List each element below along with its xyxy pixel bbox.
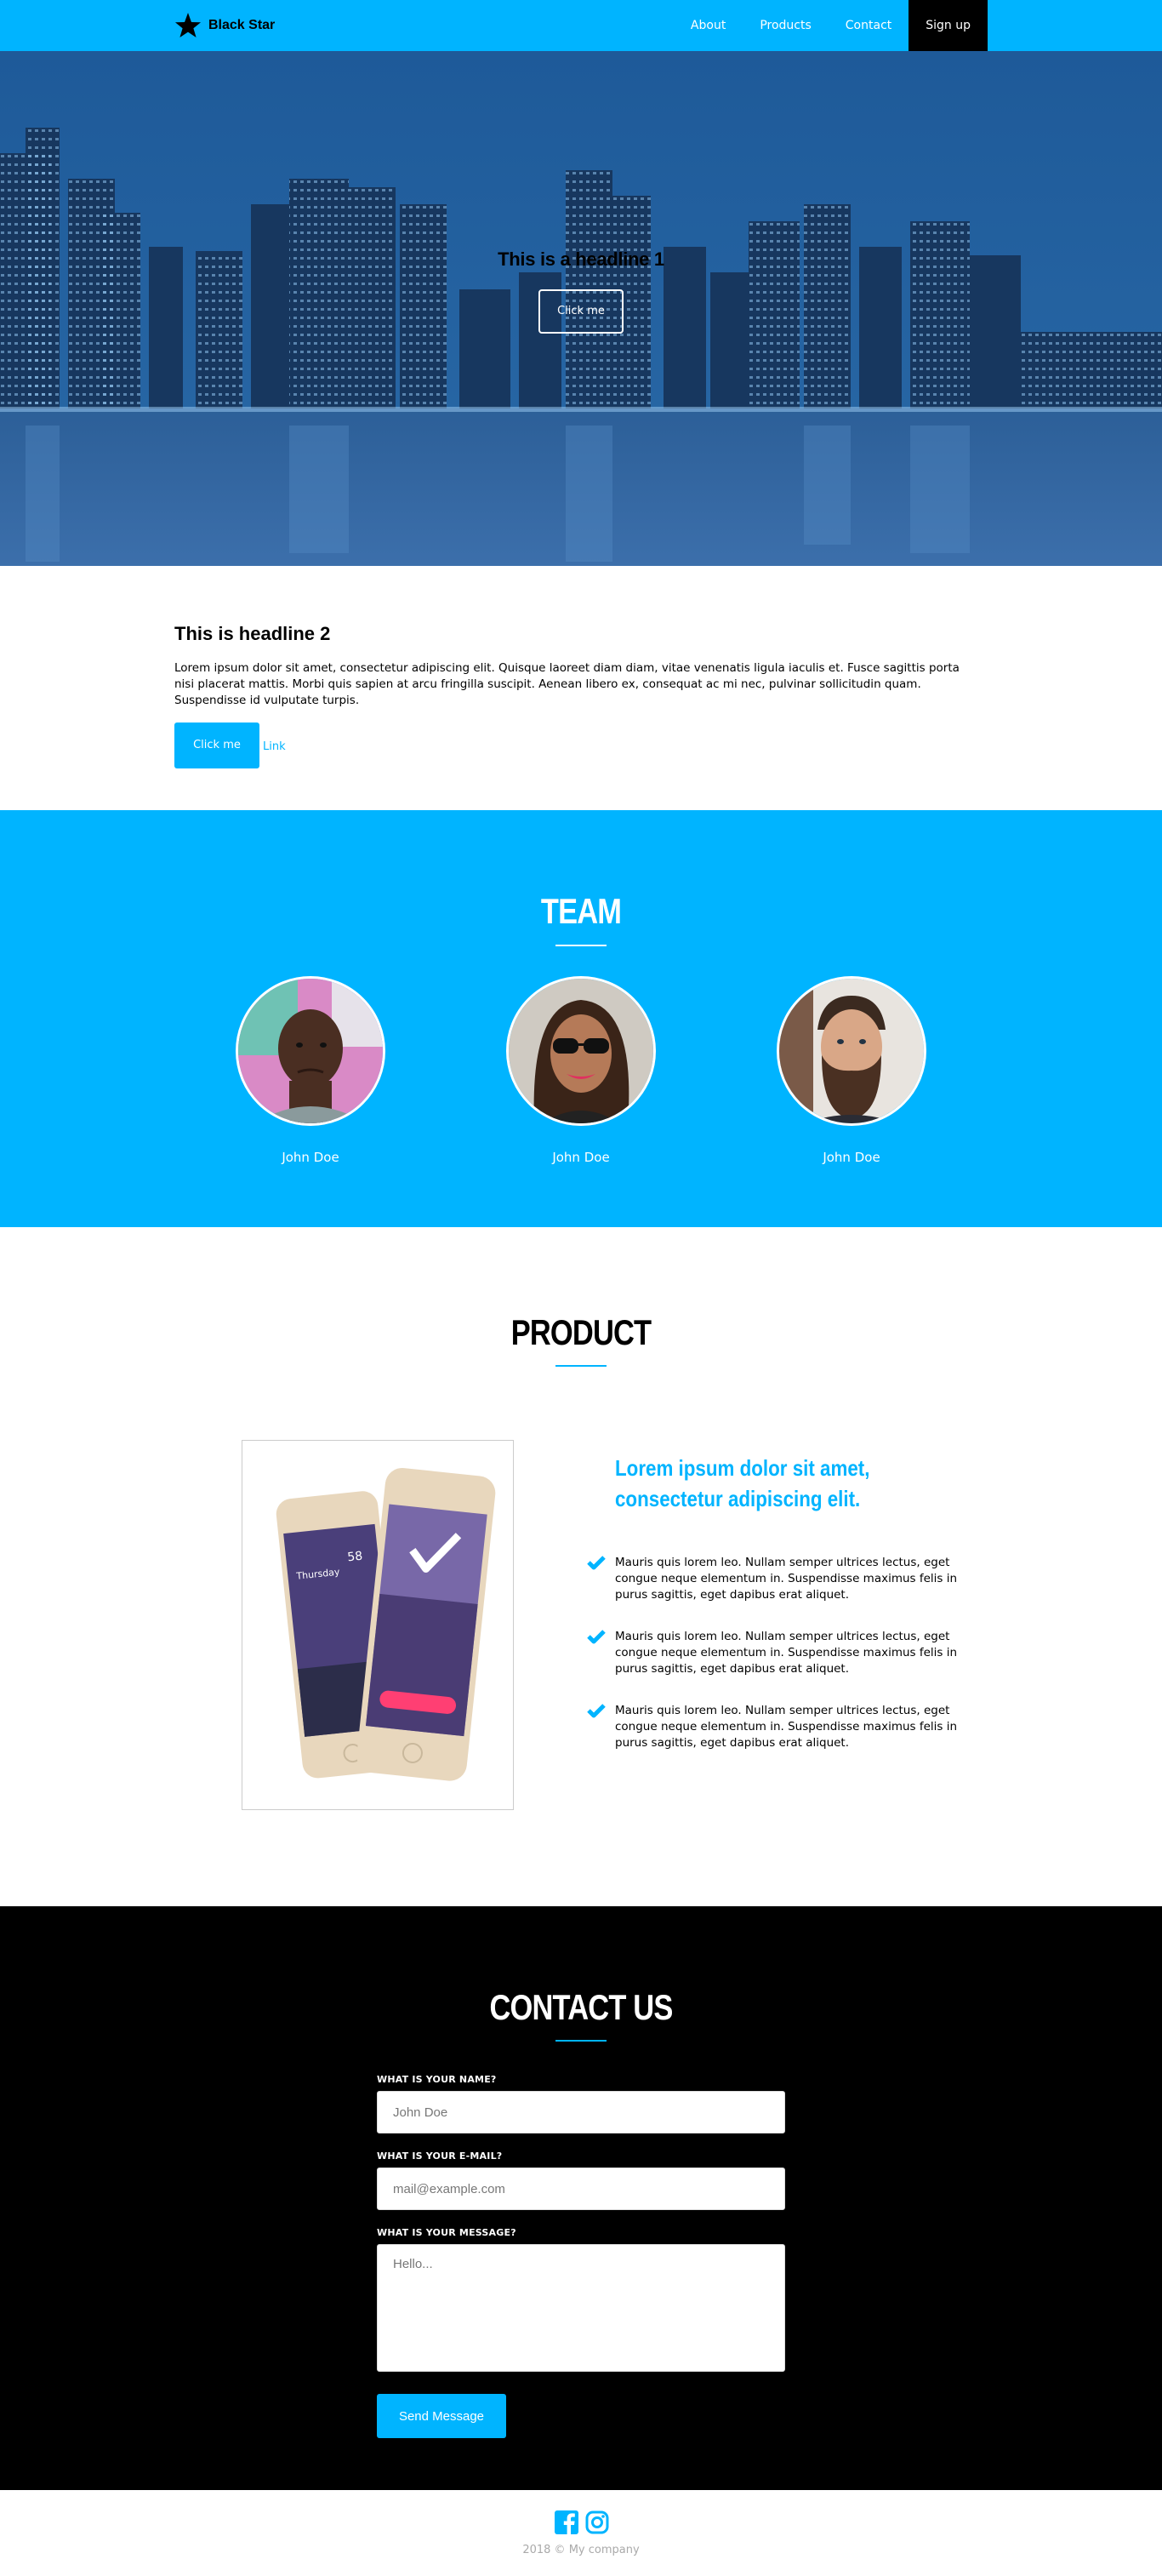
phone-temp-text: 58 xyxy=(347,1550,363,1565)
copyright-text: 2018 © My company xyxy=(522,2544,640,2556)
avatar xyxy=(506,976,656,1126)
avatar xyxy=(236,976,385,1126)
team-member-name: John Doe xyxy=(552,1150,610,1165)
hero-headline: This is a headline 1 xyxy=(498,248,664,270)
signup-button[interactable]: Sign up xyxy=(909,0,988,51)
intro-click-button[interactable]: Click me xyxy=(174,723,259,768)
feature-text: Mauris quis lorem leo. Nullam semper ult… xyxy=(615,1630,958,1676)
feature-text: Mauris quis lorem leo. Nullam semper ult… xyxy=(615,1556,958,1602)
intro-link[interactable]: Link xyxy=(263,740,286,753)
intro-paragraph: Lorem ipsum dolor sit amet, consectetur … xyxy=(174,661,960,707)
name-field[interactable] xyxy=(377,2091,785,2133)
avatar xyxy=(777,976,926,1126)
team-member-card: John Doe xyxy=(506,976,656,1165)
product-image: Thursday 58 xyxy=(242,1440,514,1810)
checkmark-icon xyxy=(587,1555,609,1603)
nav-menu: About Products Contact Sign up xyxy=(674,0,988,51)
facebook-icon[interactable] xyxy=(554,2510,579,2535)
team-member-name: John Doe xyxy=(282,1150,339,1165)
product-title: PRODUCT xyxy=(510,1312,652,1352)
nav-link-contact[interactable]: Contact xyxy=(829,0,909,51)
product-section: PRODUCT Thursday 58 Lorem ipsum dolor si… xyxy=(0,1227,1162,1906)
product-title-underline xyxy=(555,1365,607,1367)
contact-title: CONTACT US xyxy=(489,1987,673,2027)
name-label: WHAT IS YOUR NAME? xyxy=(377,2074,497,2085)
feature-item: Mauris quis lorem leo. Nullam semper ult… xyxy=(587,1703,961,1751)
product-heading: Lorem ipsum dolor sit amet, consectetur … xyxy=(615,1455,870,1511)
feature-item: Mauris quis lorem leo. Nullam semper ult… xyxy=(587,1629,961,1677)
brand-name: Black Star xyxy=(208,18,276,32)
team-section: TEAM John Doe John Doe John Doe xyxy=(0,810,1162,1227)
social-links xyxy=(554,2510,610,2535)
team-title-underline xyxy=(555,945,607,946)
contact-title-underline xyxy=(555,2040,607,2042)
footer: 2018 © My company xyxy=(0,2490,1162,2576)
checkmark-icon xyxy=(587,1703,609,1751)
feature-item: Mauris quis lorem leo. Nullam semper ult… xyxy=(587,1555,961,1603)
intro-headline: This is headline 2 xyxy=(174,623,331,644)
contact-section: CONTACT US WHAT IS YOUR NAME? WHAT IS YO… xyxy=(0,1906,1162,2490)
feature-text: Mauris quis lorem leo. Nullam semper ult… xyxy=(615,1704,958,1750)
message-field[interactable] xyxy=(377,2244,785,2372)
intro-section: This is headline 2 Lorem ipsum dolor sit… xyxy=(0,566,1162,810)
star-icon xyxy=(175,13,201,37)
person-photo xyxy=(238,979,383,1123)
email-field[interactable] xyxy=(377,2168,785,2210)
nav-link-products[interactable]: Products xyxy=(743,0,828,51)
message-label: WHAT IS YOUR MESSAGE? xyxy=(377,2227,516,2238)
send-message-button[interactable]: Send Message xyxy=(377,2394,506,2438)
brand-logo[interactable]: Black Star xyxy=(174,0,275,51)
hero-content: This is a headline 1 Click me xyxy=(0,248,1162,334)
hero-click-button[interactable]: Click me xyxy=(538,289,624,334)
team-member-card: John Doe xyxy=(236,976,385,1165)
top-navbar: Black Star About Products Contact Sign u… xyxy=(0,0,1162,51)
checkmark-icon xyxy=(587,1629,609,1677)
team-title: TEAM xyxy=(540,891,622,931)
person-photo xyxy=(779,979,924,1123)
nav-link-about[interactable]: About xyxy=(674,0,743,51)
contact-form: WHAT IS YOUR NAME? WHAT IS YOUR E-MAIL? … xyxy=(377,2074,785,2438)
instagram-icon[interactable] xyxy=(584,2510,610,2535)
person-photo xyxy=(509,979,653,1123)
team-member-name: John Doe xyxy=(823,1150,880,1165)
hero-section: This is a headline 1 Click me xyxy=(0,51,1162,566)
phones-illustration: Thursday 58 xyxy=(242,1441,513,1809)
email-label: WHAT IS YOUR E-MAIL? xyxy=(377,2150,503,2162)
team-member-card: John Doe xyxy=(777,976,926,1165)
